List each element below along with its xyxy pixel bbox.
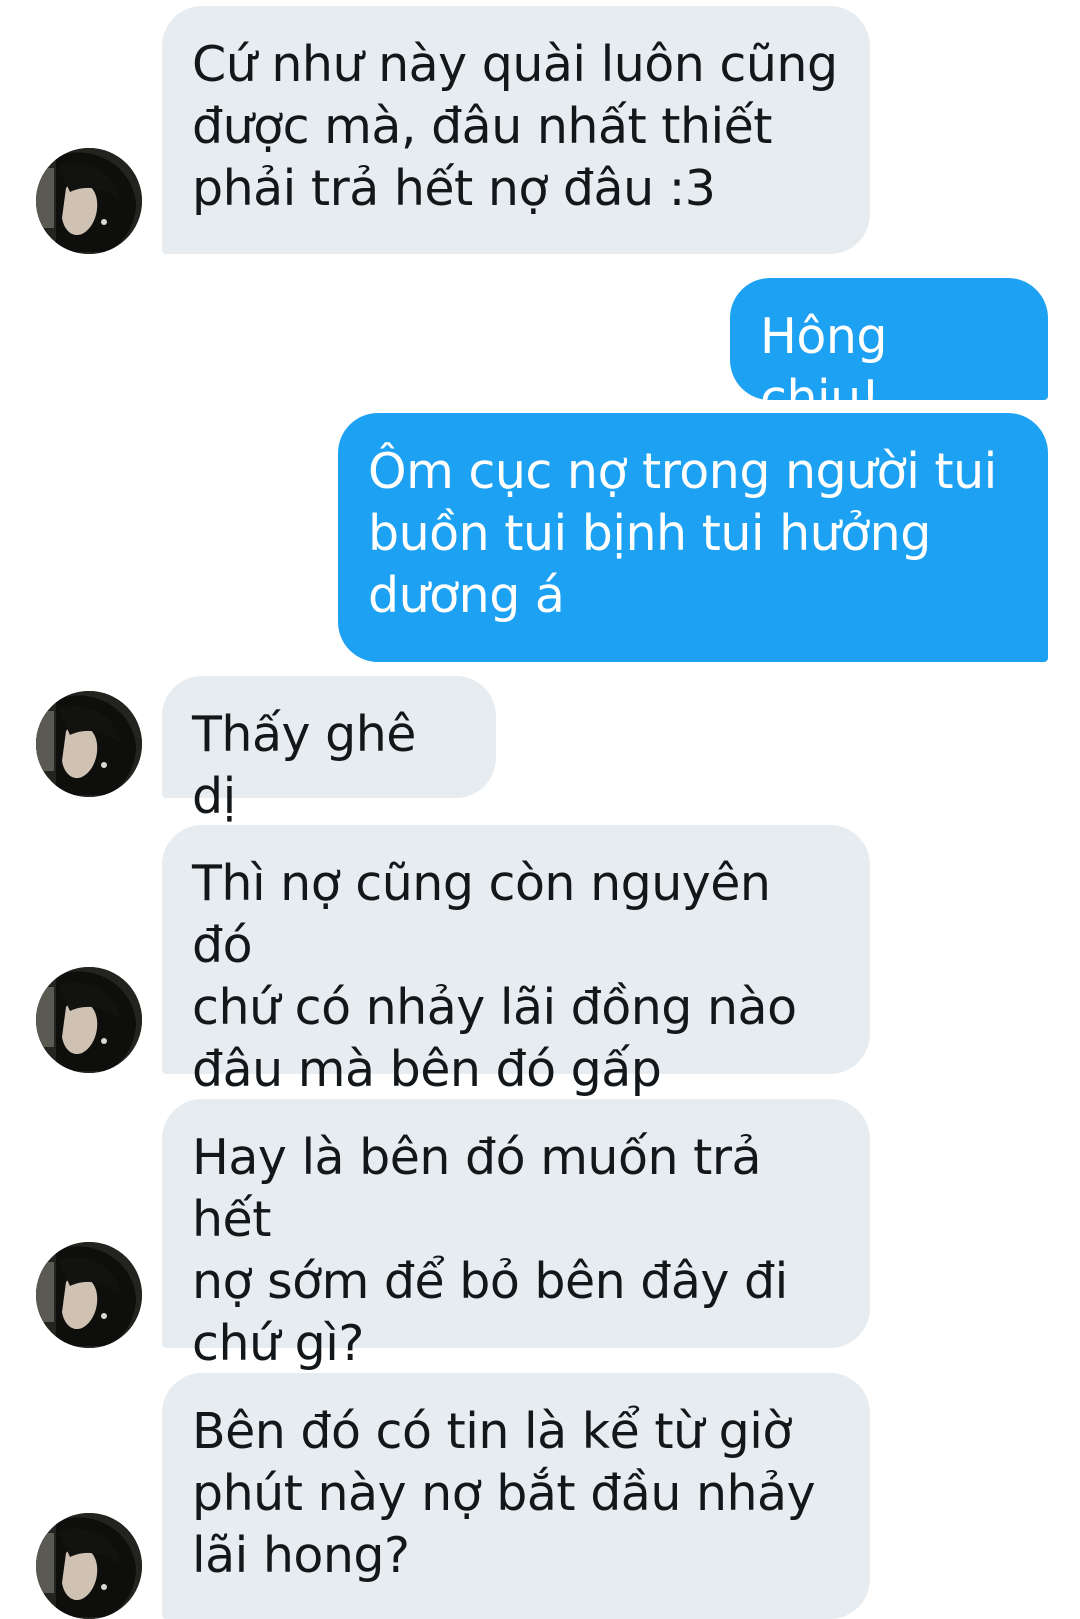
contact-avatar[interactable]	[36, 148, 142, 254]
incoming-message[interactable]: Thì nợ cũng còn nguyên đó chứ có nhảy lã…	[162, 825, 870, 1098]
message-thread: Cứ như này quài luôn cũng được mà, đâu n…	[0, 0, 1080, 1619]
outgoing-message[interactable]: Ôm cục nợ trong người tui buồn tui bịnh …	[338, 413, 1048, 662]
incoming-message[interactable]: Bên đó có tin là kể từ giờ phút này nợ b…	[162, 1373, 870, 1619]
incoming-message[interactable]: Thấy ghê dị	[162, 676, 496, 825]
contact-avatar[interactable]	[36, 967, 142, 1073]
incoming-message[interactable]: Hay là bên đó muốn trả hết nợ sớm để bỏ …	[162, 1099, 870, 1372]
contact-avatar[interactable]	[36, 1513, 142, 1619]
contact-avatar[interactable]	[36, 1242, 142, 1348]
incoming-message[interactable]: Cứ như này quài luôn cũng được mà, đâu n…	[162, 6, 870, 254]
outgoing-message[interactable]: Hông chịu!	[730, 278, 1048, 427]
contact-avatar[interactable]	[36, 691, 142, 797]
